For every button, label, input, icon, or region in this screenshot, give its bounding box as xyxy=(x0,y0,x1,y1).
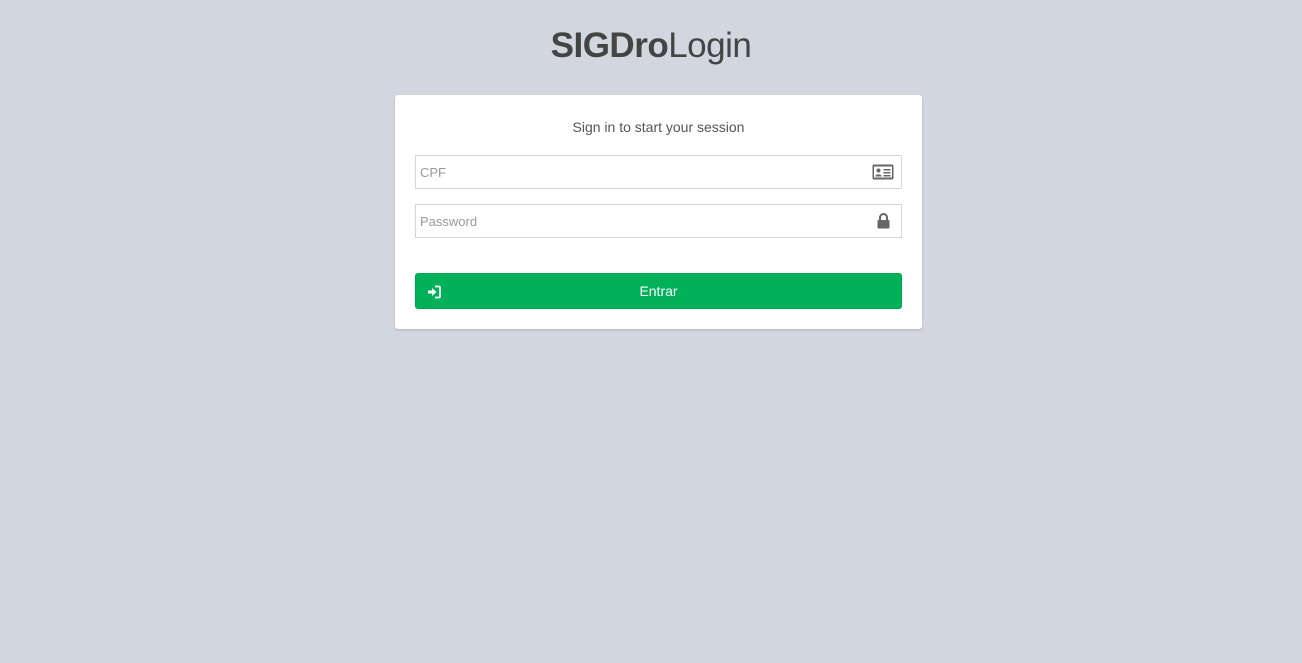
password-input[interactable] xyxy=(416,205,856,237)
password-field-group xyxy=(415,204,902,238)
cpf-input[interactable] xyxy=(416,156,856,188)
submit-button[interactable]: Entrar xyxy=(415,273,902,309)
id-card-icon xyxy=(871,156,895,188)
logo-bold-text: SIGDro xyxy=(550,26,669,65)
submit-button-label: Entrar xyxy=(639,283,678,299)
login-box-message: Sign in to start your session xyxy=(572,119,745,135)
sign-in-icon xyxy=(428,285,441,299)
login-box: Sign in to start your session CPF Entrar xyxy=(395,95,922,329)
cpf-field-group xyxy=(415,155,902,189)
app-logo: SIGDroLogin xyxy=(0,24,1302,68)
logo-light-text: Login xyxy=(668,26,752,65)
lock-icon xyxy=(871,205,895,237)
